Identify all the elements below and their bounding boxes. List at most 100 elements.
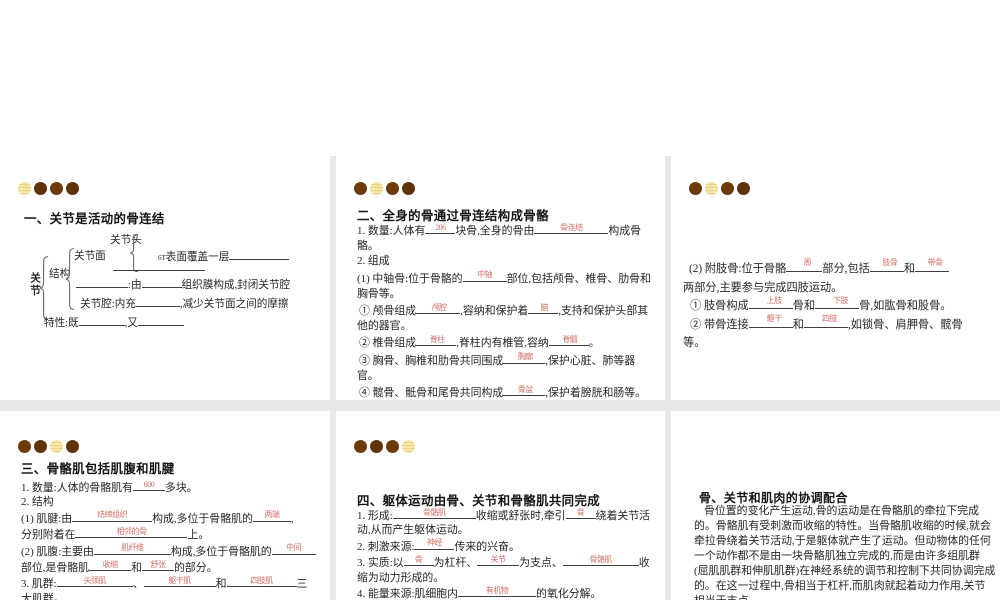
answer-mark: 收缩 bbox=[102, 559, 119, 569]
answer-mark: 舒张 bbox=[150, 559, 166, 569]
fill-blank: 周 bbox=[786, 258, 823, 272]
answer-mark: 结缔组织 bbox=[97, 510, 128, 520]
answer-mark: 骨 bbox=[414, 554, 423, 564]
fill-blank: 两端 bbox=[252, 510, 291, 522]
section-dot bbox=[402, 182, 415, 195]
text-run: 收缩或舒张时,牵引 bbox=[475, 510, 566, 522]
text-run: ② 带骨连接 bbox=[690, 318, 749, 331]
answer-mark: 关节 bbox=[490, 554, 507, 564]
fill-blank: 头颈肌 bbox=[56, 575, 133, 588]
text-run: 传来的兴奋。 bbox=[454, 540, 520, 553]
text-run: (1) 肌腱:由 bbox=[21, 512, 73, 525]
text-run: 部分,包括 bbox=[822, 263, 870, 275]
fill-blank bbox=[141, 276, 182, 288]
text-run: 的氧化分解。 bbox=[536, 588, 602, 600]
text-run: 牵拉骨绕着关节活动,于是躯体就产生了运动。但动物体的任何 bbox=[694, 535, 991, 547]
text-run: ,保护着膀胱和肠等。 bbox=[545, 387, 647, 400]
cavity-row: 关节腔:内充 ,减少关节面之间的摩擦 bbox=[80, 295, 289, 311]
answer-mark: 600 bbox=[143, 479, 155, 489]
text-run: (2) 附肢骨:位于骨骼 bbox=[689, 263, 787, 275]
joint-face-label: 关节面 bbox=[74, 251, 106, 262]
fill-blank bbox=[229, 248, 290, 260]
answer-mark: 躯干肌 bbox=[168, 576, 191, 586]
text-run: 缩为动力形成的。 bbox=[357, 571, 445, 584]
fill-blank: 中间 bbox=[271, 543, 316, 555]
text-run: 3. 肌群: bbox=[21, 578, 57, 591]
text-run: 部位,包括颅骨、椎骨、肋骨和 bbox=[506, 272, 651, 285]
slide-thumbnail-5[interactable]: 四、躯体运动由骨、关节和骨骼肌共同完成 1. 形成: 骨骼肌 收缩或舒张时,牵引骨绕… bbox=[336, 411, 665, 600]
text-run: 的。在这一过程中,骨相当于杠杆,而肌肉就起着动力作用,关节 bbox=[694, 580, 986, 592]
fill-blank: 下肢 bbox=[815, 296, 860, 310]
fill-blank: 颅腔 bbox=[416, 302, 461, 315]
fill-blank: 肌纤维 bbox=[93, 543, 171, 555]
text-run: 、 bbox=[132, 578, 144, 591]
answer-mark: 四肢肌 bbox=[250, 576, 273, 586]
slide-title: 三、骨骼肌包括肌腹和肌腱 bbox=[21, 462, 175, 476]
section-dot bbox=[386, 440, 399, 453]
fill-blank: 骨连结 bbox=[534, 222, 609, 234]
text-run: ① 颅骨组成 bbox=[359, 305, 417, 318]
text-run: 和 bbox=[131, 562, 142, 575]
slide-progress-dots bbox=[689, 182, 750, 195]
text-run: (1) 中轴骨:位于骨骼的 bbox=[357, 272, 463, 285]
text-run: 构成,多位于骨骼肌的 bbox=[170, 545, 272, 558]
text-run: ,支持和保护头部其 bbox=[558, 305, 649, 318]
text-run: ,容纳和保护着 bbox=[460, 305, 529, 318]
section-dot bbox=[354, 440, 367, 453]
section-dot bbox=[370, 440, 383, 453]
fill-blank: 骨 bbox=[403, 554, 434, 567]
answer-mark: 骨骼肌 bbox=[422, 507, 446, 517]
content-lines: 骨位置的变化产生运动,骨的运动是在骨骼肌的牵拉下完成 的。骨骼肌有受刺激而收缩的特… bbox=[694, 504, 995, 600]
answer-mark: 脊柱 bbox=[429, 335, 446, 345]
fill-blank: 结缔组织 bbox=[72, 510, 153, 522]
answer-mark: 脑 bbox=[540, 302, 549, 312]
slides-preview-page: 一、关节是活动的骨连结 关节头 关节面 6T表面覆盖一层 关节 结构 :由 组织膜… bbox=[0, 0, 1000, 600]
fill-blank: 肢骨 bbox=[869, 258, 904, 272]
active-section-dot bbox=[370, 182, 383, 195]
slide-thumbnail-6[interactable]: 骨、关节和肌肉的协调配合 骨位置的变化产生运动,骨的运动是在骨骼肌的牵拉下完成的… bbox=[671, 411, 1000, 600]
joint-structure-diagram: 关节头 关节面 6T表面覆盖一层 关节 结构 :由 组织膜构成,封闭关节腔 关节腔… bbox=[0, 156, 330, 400]
section-dot bbox=[34, 440, 47, 453]
answer-mark: 带骨 bbox=[927, 258, 944, 268]
slide-progress-dots bbox=[354, 440, 415, 453]
fill-blank: 脊柱 bbox=[416, 334, 457, 347]
answer-mark: 周 bbox=[803, 258, 812, 268]
answer-mark: 有机物 bbox=[485, 585, 509, 595]
content-lines: 1. 数量:人体的骨骼肌有 600 多块。 2. 结构 (1) 肌腱:由 结缔组织 构成,多… bbox=[21, 479, 316, 600]
slide-thumbnail-4[interactable]: 三、骨骼肌包括肌腹和肌腱 1. 数量:人体的骨骼肌有 600 多块。 2. 结构 (1)… bbox=[0, 411, 330, 600]
text-run: ④ 髋骨、骶骨和尾骨共同构成 bbox=[359, 387, 504, 400]
text-run: 官。 bbox=[357, 369, 379, 382]
active-section-dot bbox=[50, 440, 63, 453]
answer-mark: 骨 bbox=[576, 507, 585, 517]
fill-blank: 四肢 bbox=[803, 314, 848, 328]
text-run: , bbox=[290, 512, 294, 525]
text-run: 大肌群。 bbox=[21, 592, 65, 600]
slide-progress-dots bbox=[18, 440, 79, 453]
answer-mark: 四肢 bbox=[821, 314, 838, 324]
text-run: 胸骨等。 bbox=[357, 287, 401, 300]
text-run: ,脊柱内有椎管,容纳 bbox=[456, 337, 549, 350]
traits-row: 特性:既 ,又 bbox=[44, 314, 184, 330]
content-lines: 1. 形成: 骨骼肌 收缩或舒张时,牵引骨绕着关节活 动,从而产生躯体运动。 2. 刺激… bbox=[357, 507, 650, 600]
text-run: ① 肢骨构成 bbox=[690, 300, 749, 313]
text-run: 分别附着在 bbox=[21, 529, 76, 542]
slide-thumbnail-2[interactable]: 二、全身的骨通过骨连结构成骨骼 1. 数量:人体有 206 块骨,全身的骨由 骨连结构… bbox=[336, 156, 665, 400]
fill-blank-line bbox=[113, 258, 205, 271]
answer-mark: 中轴 bbox=[477, 270, 493, 280]
slide-thumbnail-3[interactable]: (2) 附肢骨:位于骨骼周部分,包括 肢骨和带骨 两部分,主要参与完成四肢运动。 ① … bbox=[671, 156, 1000, 400]
text-run: 的部分。 bbox=[173, 562, 218, 575]
section-dot bbox=[737, 182, 750, 195]
text-run: (屈肌肌群和伸肌肌群)在神经系统的调节和控制下共同协调完成 bbox=[694, 565, 996, 577]
fill-blank: 骨盆 bbox=[503, 384, 546, 397]
fill-blank: 骨 bbox=[565, 507, 596, 519]
fill-blank: 收缩 bbox=[89, 559, 132, 572]
fill-blank: 躯干 bbox=[748, 314, 793, 328]
slide-thumbnail-1[interactable]: 一、关节是活动的骨连结 关节头 关节面 6T表面覆盖一层 关节 结构 :由 组织膜… bbox=[0, 156, 330, 400]
capsule-row: :由 组织膜构成,封闭关节腔 bbox=[76, 276, 290, 292]
fill-blank: 相邻的骨 bbox=[75, 526, 188, 539]
text-run: ② 椎骨组成 bbox=[359, 337, 417, 350]
answer-mark: 骨骼肌 bbox=[589, 554, 613, 564]
section-dot bbox=[386, 182, 399, 195]
answer-mark: 肌纤维 bbox=[121, 543, 144, 553]
text-run: 1. 数量:人体的骨骼肌有 bbox=[21, 482, 133, 494]
